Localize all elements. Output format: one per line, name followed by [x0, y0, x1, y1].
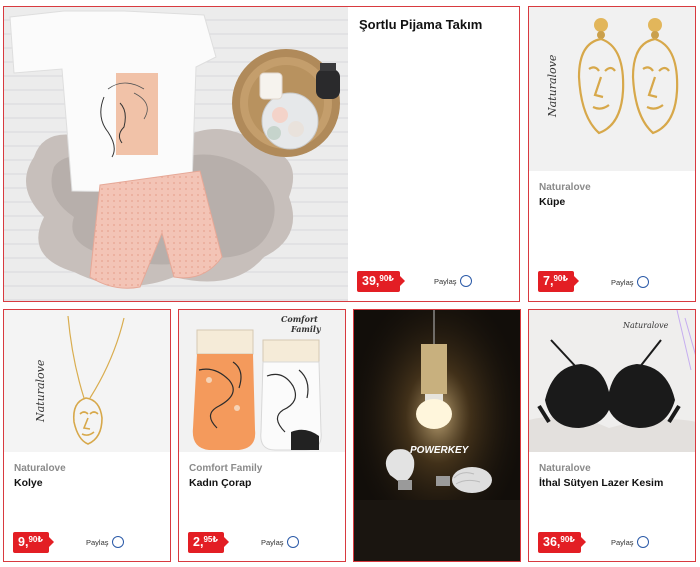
price-integer: 36, [543, 535, 561, 549]
product-brand: Comfort Family [189, 463, 263, 474]
price-decimal: 95₺ [203, 535, 218, 544]
price-decimal: 90₺ [560, 535, 575, 544]
price-badge: 9,90₺ [13, 532, 54, 553]
share-button[interactable]: Paylaş [86, 536, 124, 548]
price-decimal: 90₺ [28, 535, 43, 544]
share-label: Paylaş [434, 276, 457, 286]
product-brand: Naturalove [539, 463, 591, 474]
powerkey-image: POWERKEY [354, 310, 520, 561]
product-title[interactable]: İthal Sütyen Lazer Kesim [539, 477, 663, 489]
product-brand: Naturalove [14, 463, 66, 474]
price-badge: 2,95₺ [188, 532, 229, 553]
comfort-family-logo-line1: Comfort [281, 314, 318, 324]
product-title[interactable]: Kolye [14, 477, 43, 489]
share-label: Paylaş [261, 537, 284, 547]
price-integer: 9, [18, 535, 29, 549]
product-image-necklace[interactable]: Naturalove [4, 310, 170, 452]
promo-banner-powerkey[interactable]: POWERKEY [353, 309, 521, 562]
price-badge: 36,90₺ [538, 532, 586, 553]
product-card-pajama[interactable]: Şortlu Pijama Takım 39,90₺ Paylaş [3, 6, 520, 302]
share-label: Paylaş [86, 537, 109, 547]
price-decimal: 90₺ [379, 274, 394, 283]
price-badge: 7,90₺ [538, 271, 579, 292]
price-decimal: 90₺ [553, 274, 568, 283]
share-icon [286, 536, 299, 548]
product-card-necklace[interactable]: Naturalove Naturalove Kolye 9,90₺ Paylaş [3, 309, 171, 562]
product-title[interactable]: Şortlu Pijama Takım [359, 17, 482, 32]
share-icon [636, 536, 649, 548]
share-button[interactable]: Paylaş [611, 276, 649, 288]
product-image-earrings[interactable]: Naturalove [529, 7, 695, 171]
share-icon [636, 276, 649, 288]
naturalove-logo: Naturalove [622, 321, 669, 330]
price-badge: 39,90₺ [357, 271, 405, 292]
product-title[interactable]: Küpe [539, 196, 565, 208]
product-brand: Naturalove [539, 182, 591, 193]
share-label: Paylaş [611, 277, 634, 287]
product-title[interactable]: Kadın Çorap [189, 477, 251, 489]
product-card-socks[interactable]: Comfort Family Comfort Family Kadın Çora… [178, 309, 346, 562]
price-integer: 2, [193, 535, 204, 549]
product-card-bra[interactable]: Naturalove Naturalove İthal Sütyen Lazer… [528, 309, 696, 562]
price-integer: 7, [543, 274, 554, 288]
share-label: Paylaş [611, 537, 634, 547]
naturalove-logo: Naturalove [546, 54, 559, 118]
share-icon [111, 536, 124, 548]
share-icon [459, 275, 472, 287]
product-card-earrings[interactable]: Naturalove Naturalove Küpe 7,90₺ Paylaş [528, 6, 696, 302]
share-button[interactable]: Paylaş [261, 536, 299, 548]
product-image-socks[interactable]: Comfort Family [179, 310, 345, 452]
share-button[interactable]: Paylaş [434, 275, 472, 287]
price-integer: 39, [362, 274, 380, 288]
naturalove-logo: Naturalove [34, 359, 47, 423]
powerkey-logo: POWERKEY [410, 445, 470, 456]
comfort-family-logo-line2: Family [290, 324, 322, 334]
share-button[interactable]: Paylaş [611, 536, 649, 548]
product-image-pajama[interactable] [4, 7, 348, 301]
product-image-bra[interactable]: Naturalove [529, 310, 695, 452]
